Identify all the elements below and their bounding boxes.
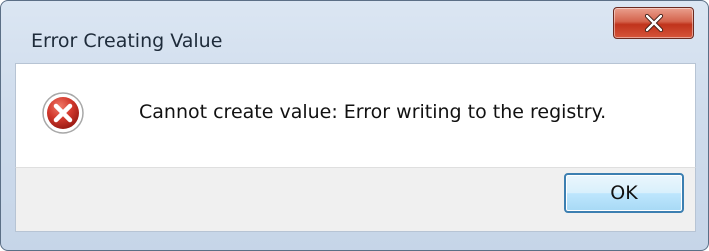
error-message: Cannot create value: Error writing to th… xyxy=(139,101,607,123)
close-button[interactable] xyxy=(613,7,694,39)
window-title: Error Creating Value xyxy=(31,30,223,52)
ok-button[interactable]: OK xyxy=(564,173,684,213)
close-x-icon xyxy=(644,14,664,32)
title-bar[interactable]: Error Creating Value xyxy=(1,1,708,61)
error-dialog-window: Error Creating Value Cannot create value… xyxy=(0,0,709,251)
error-icon xyxy=(42,92,84,134)
